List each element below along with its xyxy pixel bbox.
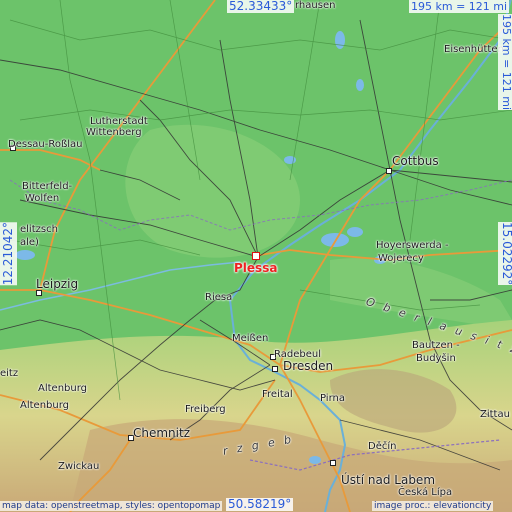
label-meissen: Meißen: [232, 333, 269, 344]
label-chemnitz: Chemnitz: [133, 426, 190, 440]
label-usti: Ústí nad Labem: [341, 473, 436, 487]
dresden-dot: [272, 366, 278, 372]
label-wittenberg: Wittenberg: [86, 127, 142, 138]
coord-right: 15.02292°: [498, 222, 512, 286]
label-wolfen: Wolfen: [25, 193, 60, 204]
label-altenburg1: Altenburg: [38, 383, 87, 394]
scale-horizontal: 195 km = 121 mi: [409, 0, 510, 13]
label-zittau: Zittau: [480, 409, 510, 420]
label-leitz: eitz: [0, 368, 19, 379]
usti-dot: [330, 460, 336, 466]
location-marker[interactable]: [252, 252, 260, 260]
label-lutherstadt: Lutherstadt: [90, 116, 148, 127]
label-altenburg2: Altenburg: [20, 400, 69, 411]
attribution-left: map data: openstreetmap, styles: opentop…: [0, 501, 223, 511]
label-dessau: Dessau-Roßlau: [8, 139, 83, 150]
label-bitterfeld: Bitterfeld-: [22, 181, 73, 192]
label-ceska-lipa: Česká Lípa: [398, 487, 453, 498]
coord-bottom: 50.58219°: [226, 497, 294, 511]
label-freital: Freital: [262, 389, 293, 400]
label-zwickau: Zwickau: [58, 461, 100, 472]
label-halle: ale): [20, 237, 39, 248]
label-dresden: Dresden: [283, 359, 334, 373]
label-cottbus: Cottbus: [392, 154, 439, 168]
label-eisenhuetten: Eisenhütten: [444, 44, 504, 55]
coord-top: 52.33433°: [227, 0, 295, 13]
label-hoyerswerda: Hoyerswerda -: [376, 240, 449, 251]
label-wojerecy: Wojerecy: [378, 253, 424, 264]
label-riesa: Riesa: [205, 292, 233, 303]
label-budysin: Budyšin: [416, 353, 456, 364]
attribution-right: image proc.: elevationcity: [372, 501, 494, 511]
label-bautzen: Bautzen -: [412, 340, 460, 351]
label-leipzig: Leipzig: [36, 277, 79, 291]
map-view[interactable]: rhausen Eisenhütten Lutherstadt Wittenbe…: [0, 0, 512, 512]
label-freiberg: Freiberg: [185, 404, 226, 415]
label-delitzsch: elitzsch: [20, 224, 58, 235]
location-marker-label: Plessa: [234, 261, 278, 275]
label-decin: Děčín: [368, 441, 397, 452]
scale-vertical: 195 km = 121 mi: [498, 14, 512, 111]
cottbus-dot: [386, 168, 392, 174]
coord-left: 12.21042°: [0, 222, 17, 286]
label-pirna: Pirna: [320, 393, 345, 404]
label-hausen: rhausen: [295, 0, 336, 11]
